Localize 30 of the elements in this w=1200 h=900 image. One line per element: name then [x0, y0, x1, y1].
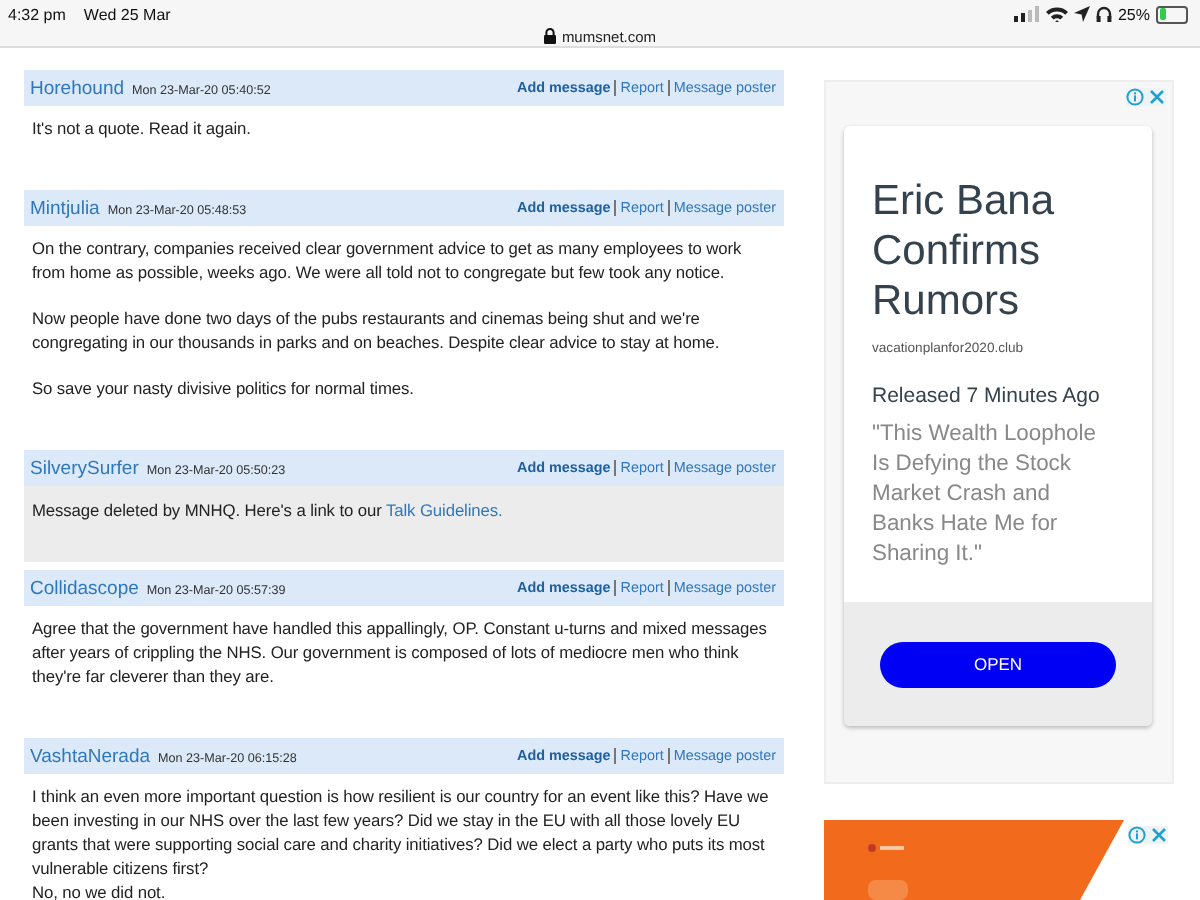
- username-link[interactable]: SilverySurfer: [30, 457, 139, 479]
- close-icon[interactable]: [1150, 826, 1168, 844]
- close-icon[interactable]: [1148, 88, 1166, 106]
- post-text: On the contrary, companies received clear government advice to get as many employees to work from home as possible, weeks ago. We were all told not to congregate but few took any notice.: [32, 236, 744, 284]
- advert-headline: Eric Bana Confirms Rumors: [872, 176, 1057, 326]
- username-link[interactable]: VashtaNerada: [30, 745, 151, 767]
- advert-subheading: Released 7 Minutes Ago: [872, 384, 1102, 408]
- lock-icon: [543, 28, 556, 44]
- username-link[interactable]: Mintjulia: [30, 197, 100, 219]
- headphones-icon: [1095, 6, 1112, 22]
- deleted-notice: Message deleted by MNHQ. Here's a link to our Talk Guidelines.: [32, 498, 505, 522]
- open-button[interactable]: OPEN: [880, 641, 1116, 687]
- info-icon[interactable]: [1126, 88, 1144, 106]
- status-date: Wed 25 Mar: [83, 5, 171, 23]
- username-link[interactable]: Horehound: [30, 77, 125, 99]
- info-icon[interactable]: [1128, 826, 1146, 844]
- signal-icon: [1013, 6, 1040, 22]
- post-text: So save your nasty divisive politics for normal times.: [32, 376, 416, 400]
- guidelines-link[interactable]: Talk Guidelines.: [385, 500, 503, 520]
- status-time: 4:32 pm: [8, 5, 66, 23]
- advert-quote: "This Wealth Loophole Is Defying the Stock Market Crash and Banks Hate Me for Sharing It.": [872, 420, 1098, 570]
- username-link[interactable]: Collidascope: [30, 577, 139, 599]
- battery-percentage: 25%: [1117, 5, 1150, 23]
- post-text: Now people have done two days of the pubs restaurants and cinemas being shut and we're congregating in our thousands in parks and on beaches. Despite clear advice to stay at home.: [32, 306, 722, 354]
- post-text: I think an even more important question is how resilient is our country for an event like this? Have we been investing in our NHS over the last few years? Did we stay in the EU with all those lovely EU grants that were supporting social care and charity initiatives? Did we elect a party who puts its most vulnerable citizens first? No, no we did not.: [32, 784, 771, 900]
- wifi-icon: [1045, 6, 1068, 22]
- post-text: Agree that the government have handled this appallingly, OP. Constant u-turns and mixed messages after years of crippling the NHS. Our government is composed of lots of mediocre men who think they're far cleverer than they are.: [32, 616, 769, 688]
- location-arrow-icon: [1073, 6, 1090, 22]
- battery-icon: [1156, 5, 1188, 23]
- post-text: It's not a quote. Read it again.: [32, 116, 253, 140]
